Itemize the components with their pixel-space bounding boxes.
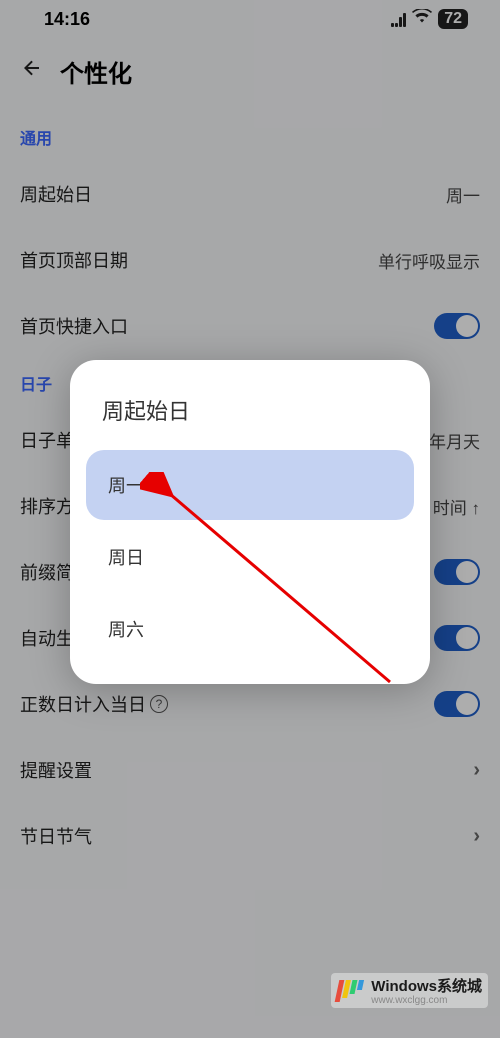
watermark: Windows系统城 www.wxclgg.com	[331, 973, 488, 1008]
week-start-dialog: 周起始日 周一 周日 周六	[70, 360, 430, 684]
option-monday[interactable]: 周一	[86, 450, 414, 520]
watermark-title: Windows系统城	[371, 978, 482, 995]
dialog-title: 周起始日	[80, 386, 420, 448]
watermark-logo-icon	[337, 980, 363, 1002]
option-saturday[interactable]: 周六	[86, 594, 414, 664]
option-sunday[interactable]: 周日	[86, 522, 414, 592]
watermark-url: www.wxclgg.com	[371, 996, 482, 1006]
